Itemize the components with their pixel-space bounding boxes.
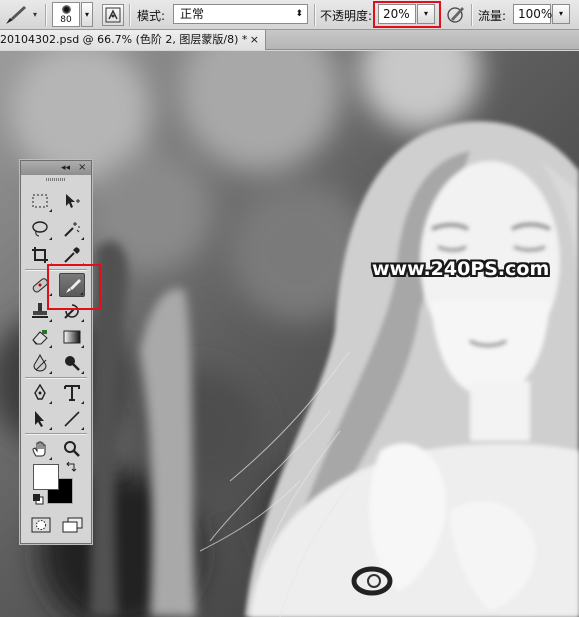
chevron-down-icon: ▾ — [33, 10, 38, 19]
type-icon — [64, 385, 80, 401]
brush-panel-toggle-button[interactable] — [102, 4, 124, 26]
arrow-icon — [35, 411, 44, 427]
tool-preset-picker[interactable]: ▾ — [0, 2, 44, 26]
opacity-label: 不透明度: — [320, 9, 373, 23]
brush-size-value: 80 — [60, 15, 72, 25]
separator — [471, 4, 472, 26]
path-selection-tool[interactable] — [27, 407, 53, 431]
magic-wand-icon — [64, 222, 80, 237]
tools-panel-header[interactable]: ◂◂ × — [21, 161, 91, 175]
close-icon[interactable]: × — [250, 30, 259, 50]
lasso-icon — [32, 221, 48, 237]
line-icon — [64, 411, 80, 427]
pen-icon — [34, 383, 46, 400]
eyedropper-icon — [64, 247, 80, 263]
brush-tool-highlight-box — [47, 264, 101, 310]
move-tool[interactable] — [59, 189, 85, 213]
foreground-color-swatch[interactable] — [33, 464, 59, 490]
panel-grip[interactable] — [46, 178, 66, 181]
brush-picker-dropdown[interactable]: ▾ — [81, 2, 93, 27]
document-tab[interactable]: 20104302.psd @ 66.7% (色阶 2, 图层蒙版/8) * × — [0, 30, 266, 50]
updown-arrows-icon: ⬍ — [295, 9, 303, 19]
eraser-tool[interactable] — [27, 325, 53, 349]
zoom-tool[interactable] — [59, 437, 85, 461]
eraser-icon — [32, 330, 48, 345]
blend-mode-select[interactable]: 正常 ⬍ — [173, 4, 308, 24]
lasso-tool[interactable] — [27, 217, 53, 241]
marquee-icon — [32, 194, 48, 208]
blur-tool[interactable] — [27, 351, 53, 375]
zoom-icon — [64, 441, 80, 457]
separator — [314, 4, 315, 26]
gradient-icon — [63, 330, 81, 344]
quick-mask-icon[interactable] — [31, 517, 51, 533]
blur-drop-icon — [33, 353, 47, 372]
rectangular-marquee-tool[interactable] — [27, 189, 53, 213]
crop-icon — [32, 247, 48, 263]
close-icon[interactable]: × — [78, 161, 86, 175]
gradient-tool[interactable] — [59, 325, 85, 349]
hand-icon — [32, 441, 46, 457]
screen-mode-icon[interactable] — [61, 516, 85, 534]
flow-slider-dropdown[interactable]: ▾ — [552, 4, 570, 24]
brush-icon — [6, 6, 26, 24]
magic-wand-tool[interactable] — [59, 217, 85, 241]
separator — [45, 4, 46, 26]
document-tab-bar: 20104302.psd @ 66.7% (色阶 2, 图层蒙版/8) * × — [0, 30, 579, 50]
separator — [129, 4, 130, 26]
blend-mode-value: 正常 — [180, 7, 205, 21]
brush-panel-icon — [105, 7, 121, 23]
default-colors-icon[interactable] — [32, 493, 44, 505]
flow-input[interactable]: 100% — [513, 4, 552, 24]
swap-colors-icon[interactable] — [65, 461, 77, 473]
hand-tool[interactable] — [27, 437, 53, 461]
opacity-highlight-box — [373, 1, 441, 28]
brush-preset-picker[interactable]: 80 — [52, 2, 80, 27]
line-tool[interactable] — [59, 407, 85, 431]
watermark-text: www.240PS.com — [372, 258, 550, 280]
flow-label: 流量: — [478, 9, 507, 23]
dodge-tool[interactable] — [59, 351, 85, 375]
type-tool[interactable] — [59, 381, 85, 405]
mode-label: 模式: — [137, 9, 166, 23]
brush-tip-icon — [62, 5, 71, 14]
magnifier-dodge-icon — [65, 356, 80, 371]
tools-panel: ◂◂ × — [20, 160, 92, 544]
move-icon — [66, 194, 80, 208]
collapse-icon[interactable]: ◂◂ — [61, 161, 70, 175]
pen-tool[interactable] — [27, 381, 53, 405]
options-bar: ▾ 80 ▾ 模式: 正常 ⬍ 不透明度: 20% ▾ 流量: 100% ▾ — [0, 0, 579, 30]
document-tab-title: 20104302.psd @ 66.7% (色阶 2, 图层蒙版/8) * — [0, 33, 248, 46]
tablet-pressure-opacity-icon[interactable] — [446, 4, 466, 24]
